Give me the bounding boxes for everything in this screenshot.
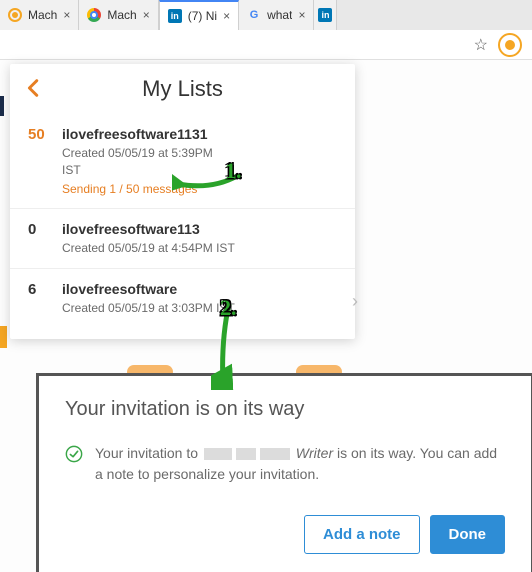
page-background-accent	[0, 326, 7, 348]
list-name: ilovefreesoftware113	[62, 221, 337, 237]
favicon-chrome-icon	[87, 8, 101, 22]
tab-label: (7) Ni	[188, 9, 217, 23]
list-name: ilovefreesoftware1131	[62, 126, 337, 142]
list-count: 6	[28, 281, 62, 317]
card-body: Your invitation to Writer is on its way.…	[65, 443, 505, 485]
list-meta: Created 05/05/19 at 5:39PM	[62, 145, 337, 162]
annotation-number: 2.	[220, 295, 237, 321]
back-button[interactable]	[22, 76, 46, 100]
list-meta: Created 05/05/19 at 3:03PM IST	[62, 300, 337, 317]
annotation-number: 1.	[225, 158, 242, 184]
extension-icon[interactable]	[498, 33, 522, 57]
browser-tab[interactable]: in	[314, 0, 337, 30]
favicon-orange-icon	[8, 8, 22, 22]
browser-tab[interactable]: Mach ×	[0, 0, 79, 30]
bookmark-star-icon[interactable]: ☆	[474, 35, 488, 55]
list-count: 50	[28, 126, 62, 196]
tab-close-icon[interactable]: ×	[63, 8, 70, 22]
panel-title: My Lists	[142, 76, 223, 102]
card-actions: Add a note Done	[65, 515, 505, 554]
chevron-right-icon: ›	[352, 291, 358, 312]
tab-close-icon[interactable]: ×	[298, 8, 305, 22]
list-row[interactable]: 6 ilovefreesoftware Created 05/05/19 at …	[10, 269, 355, 329]
list-name: ilovefreesoftware	[62, 281, 337, 297]
card-title: Your invitation is on its way	[65, 398, 505, 421]
list-count: 0	[28, 221, 62, 257]
add-note-button[interactable]: Add a note	[304, 515, 420, 554]
favicon-google-icon: G	[247, 8, 261, 22]
chevron-left-icon	[23, 77, 45, 99]
tab-label: what	[267, 8, 292, 22]
browser-tab-active[interactable]: in (7) Ni ×	[159, 0, 239, 30]
redacted-text	[204, 448, 232, 460]
check-circle-icon	[65, 445, 83, 463]
favicon-linkedin-icon: in	[168, 9, 182, 23]
redacted-text	[236, 448, 256, 460]
list-meta: Created 05/05/19 at 4:54PM IST	[62, 240, 337, 257]
tab-close-icon[interactable]: ×	[143, 8, 150, 22]
tab-label: Mach	[28, 8, 57, 22]
favicon-linkedin-icon: in	[318, 8, 332, 22]
browser-toolbar: ☆	[0, 30, 532, 60]
browser-tab[interactable]: G what ×	[239, 0, 314, 30]
page-background-bar	[0, 96, 4, 116]
done-button[interactable]: Done	[430, 515, 506, 554]
panel-header: My Lists	[10, 64, 355, 114]
list-row[interactable]: 0 ilovefreesoftware113 Created 05/05/19 …	[10, 209, 355, 270]
redacted-text	[260, 448, 290, 460]
tab-label: Mach	[107, 8, 136, 22]
browser-tab[interactable]: Mach ×	[79, 0, 158, 30]
card-msg-prefix: Your invitation to	[95, 445, 198, 461]
card-msg-italic: Writer	[296, 445, 333, 461]
card-message: Your invitation to Writer is on its way.…	[95, 443, 505, 485]
browser-tabstrip: Mach × Mach × in (7) Ni × G what × in	[0, 0, 532, 30]
confirmation-card: Your invitation is on its way Your invit…	[36, 373, 532, 572]
my-lists-panel: My Lists 50 ilovefreesoftware1131 Create…	[10, 64, 355, 339]
tab-close-icon[interactable]: ×	[223, 9, 230, 23]
